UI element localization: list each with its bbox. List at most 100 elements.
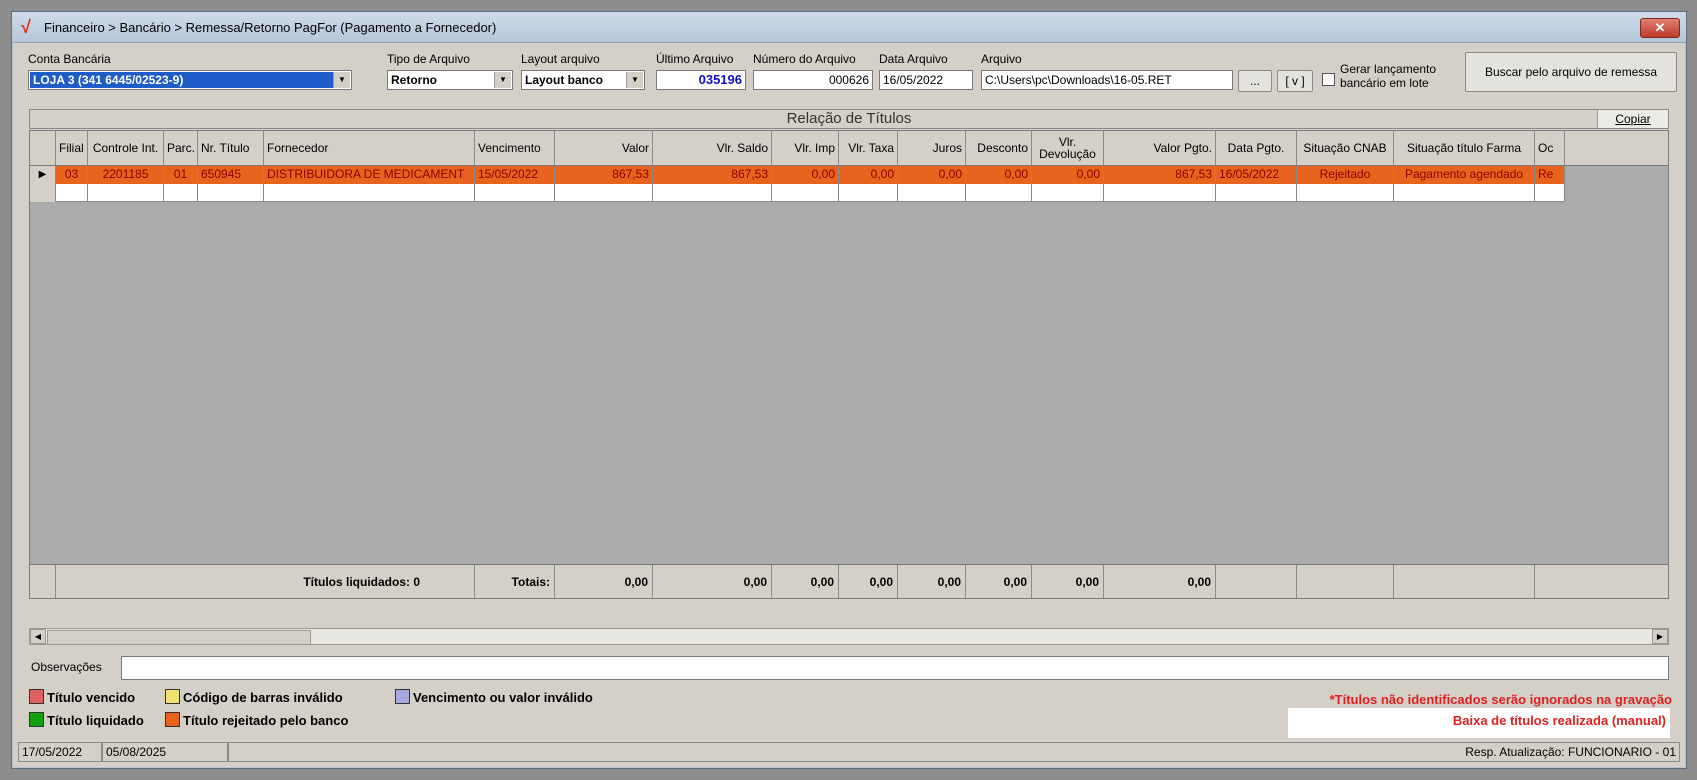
- col-vencimento[interactable]: Vencimento: [475, 131, 555, 165]
- conta-bancaria-select[interactable]: LOJA 3 (341 6445/02523-9) ▼: [28, 70, 352, 90]
- col-situacao-cnab[interactable]: Situação CNAB: [1297, 131, 1394, 165]
- cell-empty: [555, 184, 653, 202]
- swatch-vencimento-valor: [395, 689, 410, 704]
- cell-empty: [475, 184, 555, 202]
- chevron-down-icon[interactable]: ▼: [626, 72, 643, 88]
- status-resp: Resp. Atualização: FUNCIONARIO - 01: [228, 742, 1680, 762]
- main-window: √ Financeiro > Bancário > Remessa/Retorn…: [11, 11, 1687, 769]
- cell-empty: [966, 184, 1032, 202]
- cell-empty: [1104, 184, 1216, 202]
- col-nr-titulo[interactable]: Nr. Título: [198, 131, 264, 165]
- observacoes-label: Observações: [31, 660, 102, 674]
- col-vlr-devolucao-line2: Devolução: [1039, 147, 1096, 161]
- col-desconto[interactable]: Desconto: [966, 131, 1032, 165]
- arquivo-path-field[interactable]: C:\Users\pc\Downloads\16-05.RET: [981, 70, 1233, 90]
- col-vlr-taxa[interactable]: Vlr. Taxa: [839, 131, 898, 165]
- cell-parc: 01: [164, 166, 198, 184]
- col-vlr-saldo[interactable]: Vlr. Saldo: [653, 131, 772, 165]
- legend-liquidado: Título liquidado: [29, 712, 144, 728]
- col-fornecedor[interactable]: Fornecedor: [264, 131, 475, 165]
- ultimo-arquivo-label: Último Arquivo: [656, 52, 734, 66]
- horizontal-scrollbar[interactable]: ◀ ▶: [29, 628, 1669, 645]
- close-button[interactable]: ✕: [1640, 18, 1680, 38]
- cell-empty: [1535, 184, 1565, 202]
- cell-empty: [1032, 184, 1104, 202]
- numero-arquivo-field[interactable]: 000626: [753, 70, 873, 90]
- cell-valor: 867,53: [555, 166, 653, 184]
- col-parc[interactable]: Parc.: [164, 131, 198, 165]
- header-indicator: [30, 131, 56, 165]
- status-date-2: 05/08/2025: [102, 742, 228, 762]
- status-bar: 17/05/2022 05/08/2025 Resp. Atualização:…: [18, 742, 1680, 762]
- col-vlr-devolucao[interactable]: Vlr. Devolução: [1032, 131, 1104, 165]
- footer-indicator: [30, 565, 56, 598]
- buscar-remessa-button[interactable]: Buscar pelo arquivo de remessa: [1465, 52, 1677, 92]
- col-situacao-titulo-farma[interactable]: Situação título Farma: [1394, 131, 1535, 165]
- cell-empty: [164, 184, 198, 202]
- observacoes-field[interactable]: [121, 656, 1669, 680]
- cell-valor-pgto: 867,53: [1104, 166, 1216, 184]
- row-indicator: [30, 184, 56, 202]
- gerar-lancamento-label-1: Gerar lançamento: [1340, 62, 1437, 76]
- legend-codigo-barras: Código de barras inválido: [165, 689, 343, 705]
- total-vlr-taxa: 0,00: [839, 565, 898, 598]
- legend-rejeitado-text: Título rejeitado pelo banco: [183, 713, 349, 728]
- swatch-codigo-barras: [165, 689, 180, 704]
- table-row[interactable]: ▶ 03 2201185 01 650945 DISTRIBUIDORA DE …: [30, 166, 1668, 184]
- cell-data-pgto: 16/05/2022: [1216, 166, 1297, 184]
- cell-empty: [56, 184, 88, 202]
- scroll-thumb[interactable]: [47, 630, 311, 645]
- total-juros: 0,00: [898, 565, 966, 598]
- scroll-left-icon[interactable]: ◀: [30, 629, 46, 644]
- cell-vlr-taxa: 0,00: [839, 166, 898, 184]
- cell-nr-titulo: 650945: [198, 166, 264, 184]
- v-button[interactable]: [ v ]: [1277, 70, 1313, 92]
- data-arquivo-field[interactable]: 16/05/2022: [879, 70, 973, 90]
- cell-empty: [839, 184, 898, 202]
- conta-bancaria-value: LOJA 3 (341 6445/02523-9): [30, 72, 334, 88]
- cell-situacao-cnab: Rejeitado: [1297, 166, 1394, 184]
- col-valor[interactable]: Valor: [555, 131, 653, 165]
- baixa-panel: Baixa de títulos realizada (manual): [1288, 708, 1670, 738]
- col-data-pgto[interactable]: Data Pgto.: [1216, 131, 1297, 165]
- grid-footer: Títulos liquidados: 0 Totais: 0,00 0,00 …: [30, 564, 1668, 598]
- total-valor-pgto: 0,00: [1104, 565, 1216, 598]
- browse-button[interactable]: ...: [1238, 70, 1272, 92]
- totais-label: Totais:: [475, 565, 555, 598]
- cell-vlr-saldo: 867,53: [653, 166, 772, 184]
- titulos-liquidados-text: Títulos liquidados: 0: [303, 575, 420, 589]
- layout-arquivo-select[interactable]: Layout banco ▼: [521, 70, 645, 90]
- col-oc[interactable]: Oc: [1535, 131, 1565, 165]
- copy-button[interactable]: Copiar: [1597, 110, 1668, 128]
- titulos-liquidados: Títulos liquidados: 0: [56, 565, 475, 598]
- gerar-lancamento-checkbox[interactable]: [1322, 73, 1335, 86]
- col-filial[interactable]: Filial: [56, 131, 88, 165]
- status-date-1: 17/05/2022: [18, 742, 102, 762]
- table-row-new[interactable]: [30, 184, 1668, 202]
- tipo-arquivo-value: Retorno: [391, 73, 437, 87]
- col-vlr-imp[interactable]: Vlr. Imp: [772, 131, 839, 165]
- legend-vencido-text: Título vencido: [47, 690, 136, 705]
- grid-title: Relação de Títulos: [29, 109, 1669, 129]
- cell-empty: [88, 184, 164, 202]
- tipo-arquivo-select[interactable]: Retorno ▼: [387, 70, 513, 90]
- total-vlr-saldo: 0,00: [653, 565, 772, 598]
- legend-rejeitado: Título rejeitado pelo banco: [165, 712, 348, 728]
- swatch-rejeitado: [165, 712, 180, 727]
- legend-liquidado-text: Título liquidado: [47, 713, 144, 728]
- col-controle-int[interactable]: Controle Int.: [88, 131, 164, 165]
- scroll-right-icon[interactable]: ▶: [1652, 629, 1668, 644]
- grid-header: Filial Controle Int. Parc. Nr. Título Fo…: [30, 131, 1668, 166]
- note-baixa: Baixa de títulos realizada (manual): [1452, 713, 1666, 728]
- cell-filial: 03: [56, 166, 88, 184]
- col-valor-pgto[interactable]: Valor Pgto.: [1104, 131, 1216, 165]
- cell-empty: [772, 184, 839, 202]
- ultimo-arquivo-field[interactable]: 035196: [656, 70, 746, 90]
- conta-bancaria-label: Conta Bancária: [28, 52, 111, 66]
- footer-empty: [1394, 565, 1535, 598]
- layout-arquivo-label: Layout arquivo: [521, 52, 600, 66]
- chevron-down-icon[interactable]: ▼: [333, 72, 350, 88]
- legend-vencimento-valor: Vencimento ou valor inválido: [395, 689, 593, 705]
- chevron-down-icon[interactable]: ▼: [494, 72, 511, 88]
- col-juros[interactable]: Juros: [898, 131, 966, 165]
